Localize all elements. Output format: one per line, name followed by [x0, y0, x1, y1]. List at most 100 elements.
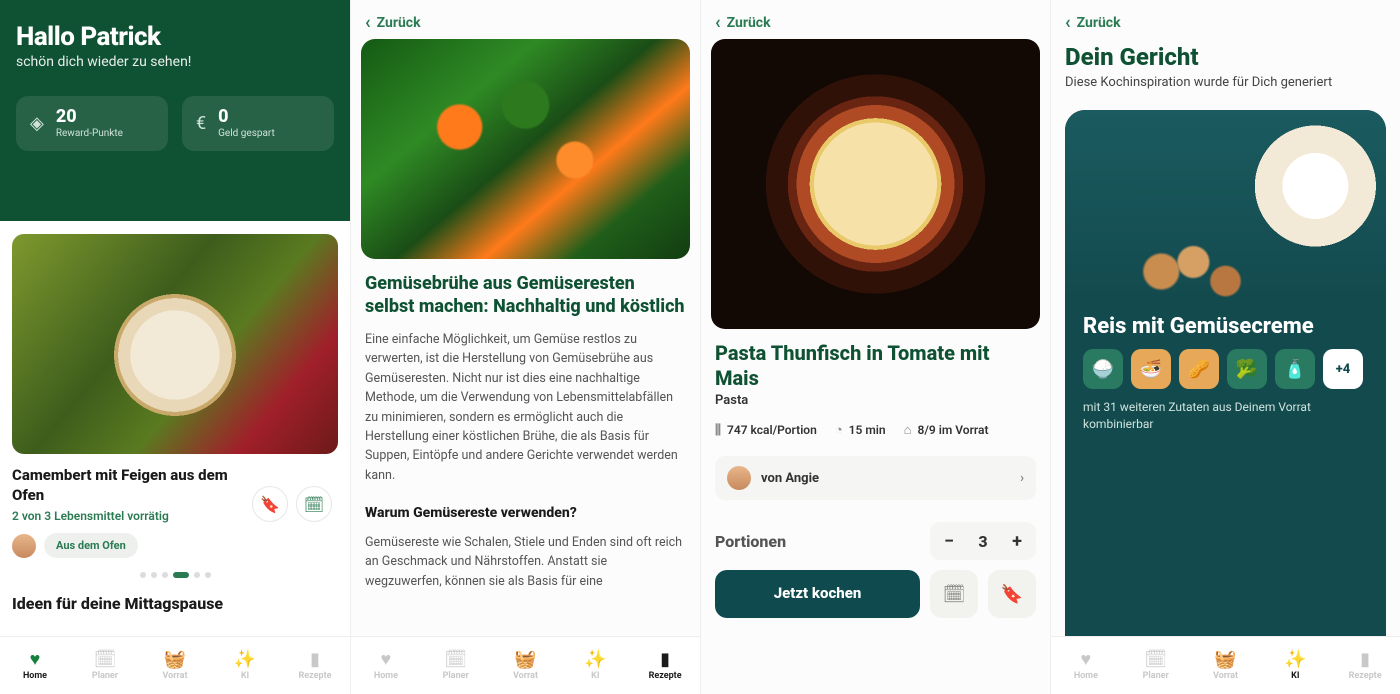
back-button[interactable]: ‹ Zurück [701, 0, 1050, 39]
ingredient-beans-icon: 🥜 [1179, 349, 1219, 389]
nav-label: Planer [443, 671, 469, 681]
nav-label: Home [374, 671, 398, 681]
bookmark-icon: 🔖 [1001, 584, 1023, 605]
ingredient-rice-icon: 🍚 [1083, 349, 1123, 389]
dot[interactable] [140, 572, 146, 578]
book-icon: ▮ [1360, 651, 1370, 669]
carousel-dots [12, 572, 338, 578]
author-avatar [727, 466, 751, 490]
nav-vorrat[interactable]: 🧺 Vorrat [1191, 637, 1261, 694]
nav-ki[interactable]: ✨ KI [1260, 637, 1330, 694]
money-saved-label: Geld gespart [218, 128, 275, 139]
nav-label: Vorrat [1213, 671, 1238, 681]
stepper-minus[interactable]: − [930, 522, 968, 560]
meta-kcal: ⫼ 747 kcal/Portion [715, 422, 817, 438]
dot[interactable] [151, 572, 157, 578]
nav-home[interactable]: ♥ Home [1051, 637, 1121, 694]
screen-ki-dish: ‹ Zurück Dein Gericht Diese Kochinspirat… [1050, 0, 1400, 694]
author-row[interactable]: von Angie › [715, 456, 1036, 500]
calendar-icon: 🗓 [444, 651, 467, 669]
ingredient-badges: 🍚 🍜 🥜 🥦 🧴 +4 [1065, 349, 1386, 389]
nav-rezepte[interactable]: ▮ Rezepte [280, 637, 350, 694]
book-icon: ▮ [310, 651, 320, 669]
calendar-plus-icon: 🗓 [943, 584, 966, 605]
dot[interactable] [162, 572, 168, 578]
calendar-icon: 🗓 [1144, 651, 1167, 669]
book-icon: ▮ [660, 651, 670, 669]
recipe-meta-row: ⫼ 747 kcal/Portion ◔ 15 min ⌂ 8/9 im Vor… [701, 408, 1050, 452]
article-hero-image [361, 39, 690, 259]
nav-ki[interactable]: ✨ KI [210, 637, 280, 694]
ingredient-pasta-icon: 🍜 [1131, 349, 1171, 389]
ki-recipe-title: Reis mit Gemüsecreme [1065, 300, 1386, 349]
nav-home[interactable]: ♥ Home [0, 637, 70, 694]
nav-planer[interactable]: 🗓 Planer [421, 637, 491, 694]
dot[interactable] [194, 572, 200, 578]
screen-article: ‹ Zurück Gemüsebrühe aus Gemüseresten se… [350, 0, 700, 694]
ingredient-bottle-icon: 🧴 [1275, 349, 1315, 389]
kcal-value: 747 kcal/Portion [727, 423, 817, 437]
bookmark-button[interactable]: 🔖 [252, 486, 288, 522]
nav-vorrat[interactable]: 🧺 Vorrat [140, 637, 210, 694]
nav-vorrat[interactable]: 🧺 Vorrat [491, 637, 561, 694]
back-button[interactable]: ‹ Zurück [1051, 0, 1400, 39]
section-lunch-ideas: Ideen für deine Mittagspause [12, 594, 338, 613]
dot-active[interactable] [173, 572, 189, 578]
recipe-card-actions: 🔖 🗓 [252, 486, 332, 522]
stock-value: 8/9 im Vorrat [917, 423, 988, 437]
nav-planer[interactable]: 🗓 Planer [70, 637, 140, 694]
bar-chart-icon: ⫼ [715, 423, 721, 438]
bookmark-button[interactable]: 🔖 [988, 570, 1036, 618]
time-value: 15 min [849, 423, 886, 437]
dot[interactable] [205, 572, 211, 578]
add-to-planner-button[interactable]: 🗓 [930, 570, 978, 618]
chevron-left-icon: ‹ [715, 12, 721, 33]
money-saved-card[interactable]: € 0 Geld gespart [182, 96, 334, 151]
recipe-hero-image [711, 39, 1040, 329]
diamond-icon: ◈ [30, 113, 44, 134]
heart-icon: ♥ [30, 651, 41, 669]
calendar-plus-icon: 🗓 [304, 495, 324, 514]
reward-points-card[interactable]: ◈ 20 Reward-Punkte [16, 96, 168, 151]
basket-icon: 🧺 [514, 651, 536, 669]
add-to-planner-button[interactable]: 🗓 [296, 486, 332, 522]
stepper-plus[interactable]: + [998, 522, 1036, 560]
nav-label: KI [1291, 671, 1299, 681]
meta-time: ◔ 15 min [835, 422, 886, 438]
back-label: Zurück [727, 15, 771, 31]
nav-rezepte[interactable]: ▮ Rezepte [630, 637, 700, 694]
ki-recipe-card[interactable]: Reis mit Gemüsecreme 🍚 🍜 🥜 🥦 🧴 +4 mit 31… [1065, 110, 1386, 694]
portions-stepper: − 3 + [930, 522, 1036, 560]
portions-value: 3 [968, 532, 998, 551]
recipe-card-image[interactable] [12, 234, 338, 454]
back-label: Zurück [1077, 15, 1121, 31]
ingredient-more-badge[interactable]: +4 [1323, 349, 1363, 389]
nav-planer[interactable]: 🗓 Planer [1121, 637, 1191, 694]
reward-points-value: 20 [56, 108, 123, 126]
nav-ki[interactable]: ✨ KI [560, 637, 630, 694]
screen-home: Hallo Patrick schön dich wieder zu sehen… [0, 0, 350, 694]
nav-label: KI [591, 671, 599, 681]
nav-label: Vorrat [162, 671, 187, 681]
bottom-nav: ♥ Home 🗓 Planer 🧺 Vorrat ✨ KI ▮ Rezepte [351, 636, 700, 694]
author-avatar[interactable] [12, 534, 36, 558]
euro-icon: € [196, 113, 206, 134]
nav-label: Planer [1143, 671, 1169, 681]
ingredient-note: mit 31 weiteren Zutaten aus Deinem Vorra… [1065, 389, 1386, 433]
back-label: Zurück [377, 15, 421, 31]
ki-header: Dein Gericht Diese Kochinspiration wurde… [1051, 39, 1400, 100]
heart-icon: ♥ [1081, 651, 1092, 669]
back-button[interactable]: ‹ Zurück [351, 0, 700, 39]
nav-label: Planer [92, 671, 118, 681]
nav-home[interactable]: ♥ Home [351, 637, 421, 694]
portions-row: Portionen − 3 + [701, 500, 1050, 570]
ki-recipe-image [1065, 110, 1386, 300]
recipe-tag[interactable]: Aus dem Ofen [44, 533, 138, 558]
basket-icon: 🧺 [1214, 651, 1236, 669]
cook-now-button[interactable]: Jetzt kochen [715, 570, 920, 618]
nav-label: Vorrat [513, 671, 538, 681]
article-body: Gemüsebrühe aus Gemüseresten selbst mach… [351, 259, 700, 591]
money-saved-value: 0 [218, 108, 275, 126]
article-paragraph: Gemüsereste wie Schalen, Stiele und Ende… [365, 533, 686, 591]
nav-rezepte[interactable]: ▮ Rezepte [1330, 637, 1400, 694]
